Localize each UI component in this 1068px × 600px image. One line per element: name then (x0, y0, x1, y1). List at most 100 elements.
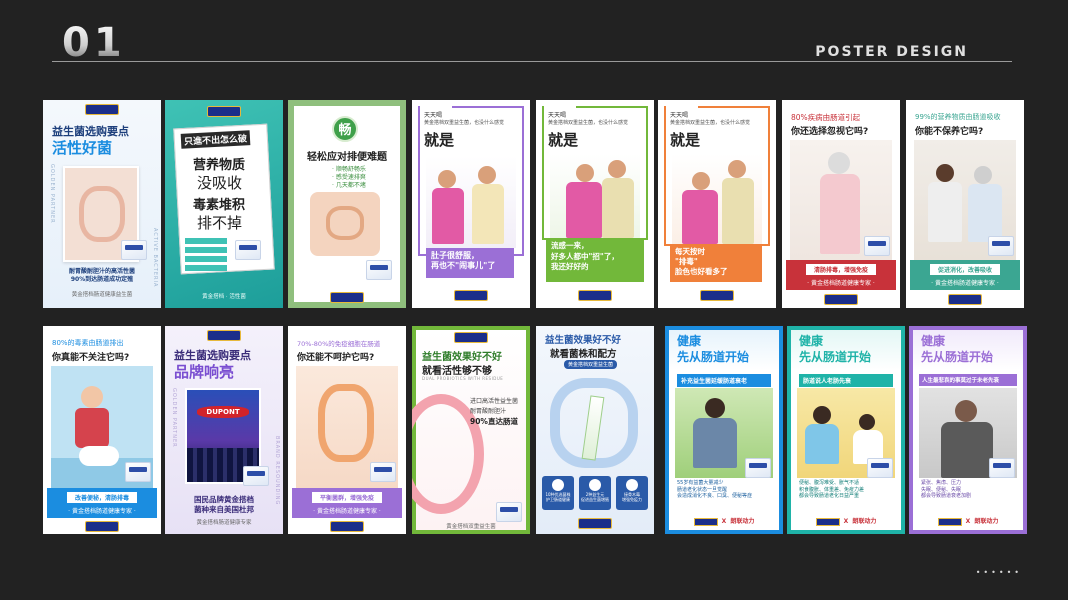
line2: 你还选择忽视它吗? (791, 127, 869, 137)
line2: 你能不保养它吗? (915, 127, 984, 137)
badge-icon: 畅 (332, 116, 358, 142)
poster-line1: 营养物质 (193, 158, 246, 173)
poster-footer: 黄金搭档肠道健康益生菌 (71, 292, 133, 298)
frame-top-bar (698, 106, 770, 108)
band: 人生最悲哀的事莫过于未老先衰 (919, 374, 1017, 386)
product-box (988, 236, 1014, 256)
product-box (235, 240, 261, 260)
note: 紧张、焦虑、压力 失眠、便秘、失眠 都会导致肠道衰老加剧 (921, 480, 972, 499)
poster-title-line2: 品牌响亮 (174, 363, 235, 381)
title-line1: 健康 (921, 334, 946, 348)
line1: 80%疾病由肠道引起 (791, 113, 861, 122)
title-line2: 先从肠道开始 (921, 350, 994, 364)
poster-flu[interactable]: 天天喝 黄金搭档双重益生菌，也没什么感觉 就是 流感一来， 好多人都中"招"了，… (536, 100, 654, 308)
product-box (864, 236, 890, 256)
people-photo (426, 156, 516, 248)
point-line2: 耐胃酸耐胆汁 (470, 408, 507, 415)
poster-footer: 黄金搭档双重益生菌 (446, 524, 496, 530)
poster-line4: 排不掉 (197, 214, 243, 232)
feature-2: 2种益生元 促进益生菌增殖 (579, 476, 611, 510)
poster-immunity[interactable]: 70%-80%的免疫细胞在肠道 你还能不呵护它吗? 平衡菌群，增强免疫 · 黄金… (288, 326, 406, 534)
title-line2: 先从肠道开始 (799, 350, 872, 364)
product-box (125, 462, 151, 482)
band: 清肠排毒，增强免疫 · 黄金搭档肠道健康专家 · (786, 260, 896, 290)
point-line3: 90%直达肠道 (470, 417, 518, 426)
title-line1: 健康 (799, 334, 824, 348)
brand-logo (454, 290, 488, 301)
bullet-list: · 顺畅舒畅乐 · 感受速排爽 · 几天都不堵 (332, 166, 366, 190)
poster-activity-bacteria[interactable]: 益生菌选购要点 活性好菌 GOLDEN PARTNER ACTIVE BACTE… (43, 100, 161, 308)
feature-1: 10种优选菌株 护卫肠道健康 (542, 476, 574, 510)
poster-comfort[interactable]: 天天喝 黄金搭档双重益生菌，也没什么感觉 就是 肚子很舒服， 再也不"闹事儿"了 (412, 100, 530, 308)
caption-band: 肚子很舒服， 再也不"闹事儿"了 (426, 248, 514, 278)
poster-strains[interactable]: 益生菌效果好不好 就看菌株和配方 黄金搭档双重益生菌 10种优选菌株 护卫肠道健… (536, 326, 654, 534)
big-text: 就是 (548, 131, 579, 149)
intro: 黄金搭档双重益生菌，也没什么感觉 (548, 120, 629, 126)
product-box (745, 458, 771, 478)
poster-nutrition[interactable]: 只進不出怎么破 营养物质 没吸收 毒素堆积 排不掉 黄金搭档 · 活性菌 (165, 100, 283, 308)
pagination-dots: •••••• (975, 568, 1022, 577)
brand-logo (700, 290, 734, 301)
title-line1: 健康 (677, 334, 702, 348)
title-line1: 益生菌效果好不好 (545, 335, 622, 346)
title-line2: 就看活性够不够 (422, 366, 492, 377)
caption-band: 流感一来， 好多人都中"招"了， 我还好好的 (546, 238, 644, 282)
note: 55岁有益菌大量减少 肠道老化状态一旦觉醒 会造成消化不良、口臭、便秘等症 (677, 480, 753, 499)
line1: 70%-80%的免疫细胞在肠道 (297, 340, 381, 348)
brand-logo (578, 518, 612, 529)
poster-brand[interactable]: 益生菌选购要点 品牌响亮 GOLDEN PARTNER BRAND RESOUN… (165, 326, 283, 534)
line1: 99%的营养物质由肠道吸收 (915, 113, 1001, 121)
people-photo (550, 154, 640, 238)
poster-nutrients[interactable]: 99%的营养物质由肠道吸收 你能不保养它吗? 促进消化，改善吸收 · 黄金搭档肠… (906, 100, 1024, 308)
poster-title: 轻松应对排便难题 (307, 152, 387, 163)
poster-toxins[interactable]: 80%的毒素由肠道排出 你真能不关注它吗? 改善便秘，清肠排毒 · 黄金搭档肠道… (43, 326, 161, 534)
feature-list (185, 238, 227, 271)
product-box (366, 260, 392, 280)
poster-line3: 毒素堆积 (193, 198, 246, 213)
product-box (867, 458, 893, 478)
subtitle: DUAL PROBIOTICS WITH RESIDUE (422, 376, 504, 381)
big-text: 就是 (424, 131, 455, 149)
band: 促进消化，改善吸收 · 黄金搭档肠道健康专家 · (910, 260, 1020, 290)
poster-disease[interactable]: 80%疾病由肠道引起 你还选择忽视它吗? 清肠排毒，增强免疫 · 黄金搭档肠道健… (782, 100, 900, 308)
poster-health-purple[interactable]: 健康 先从肠道开始 人生最悲哀的事莫过于未老先衰 紧张、焦虑、压力 失眠、便秘、… (909, 326, 1027, 534)
point-line1: 进口高活性益生菌 (470, 398, 519, 405)
brand-logo (454, 332, 488, 343)
poster-health-teal[interactable]: 健康 先从肠道开始 肠道说人老肠先衰 便秘、腹泻难受、胀气不适 积食腹胀、体重差… (787, 326, 905, 534)
top-small: 天天喝 (424, 112, 443, 119)
poster-title-line2: 活性好菌 (52, 139, 113, 157)
poster-detox[interactable]: 天天喝 黄金搭档双重益生菌，也没什么感觉 就是 每天按时 "排毒" 脸色也好看多… (658, 100, 776, 308)
band: 补充益生菌延缓肠道衰老 (677, 374, 771, 387)
section-number: 01 (62, 20, 126, 66)
brand-logo (948, 294, 982, 305)
note: 便秘、腹泻难受、胀气不适 积食腹胀、体重差、免疫力差 都会导致肠道老化日益严重 (799, 480, 865, 499)
poster-title-line1: 益生菌选购要点 (174, 349, 251, 362)
partner-row: X 朗联动力 (909, 516, 1027, 526)
brand-logo (330, 292, 364, 303)
poster-activity-check[interactable]: 益生菌效果好不好 就看活性够不够 DUAL PROBIOTICS WITH RE… (412, 326, 530, 534)
poster-constipation[interactable]: 畅 轻松应对排便难题 · 顺畅舒畅乐 · 感受速排爽 · 几天都不堵 (288, 100, 406, 308)
intro: 黄金搭档双重益生菌，也没什么感觉 (424, 120, 505, 126)
brand-logo (85, 521, 119, 532)
poster-title-line1: 益生菌选购要点 (52, 125, 129, 138)
caption-line2: 菌种来自美国杜邦 (194, 505, 254, 514)
band: 平衡菌群，增强免疫 · 黄金搭档肠道健康专家 · (292, 488, 402, 518)
belly-illustration (310, 192, 380, 256)
product-box (989, 458, 1015, 478)
poster-health-blue[interactable]: 健康 先从肠道开始 补充益生菌延缓肠道衰老 55岁有益菌大量减少 肠道老化状态一… (665, 326, 783, 534)
partner-row: X 朗联动力 (665, 516, 783, 526)
poster-caption: 耐胃酸耐胆汁的高活性菌 90%到达肠道成功定殖 (68, 268, 135, 283)
band: 改善便秘，清肠排毒 · 黄金搭档肠道健康专家 · (47, 488, 157, 518)
line1: 80%的毒素由肠道排出 (52, 339, 124, 347)
header-divider (52, 61, 1012, 62)
brand-logo (330, 521, 364, 532)
intestine-illustration (79, 186, 125, 242)
poster-side-text: GOLDEN PARTNER (171, 388, 177, 448)
title-line2: 就看菌株和配方 (550, 349, 617, 360)
product-box (121, 240, 147, 260)
title-line1: 益生菌效果好不好 (422, 352, 502, 363)
product-box (243, 466, 269, 486)
brand-logo (824, 294, 858, 305)
line2: 你还能不呵护它吗? (297, 353, 375, 363)
brand-logo (207, 330, 241, 341)
